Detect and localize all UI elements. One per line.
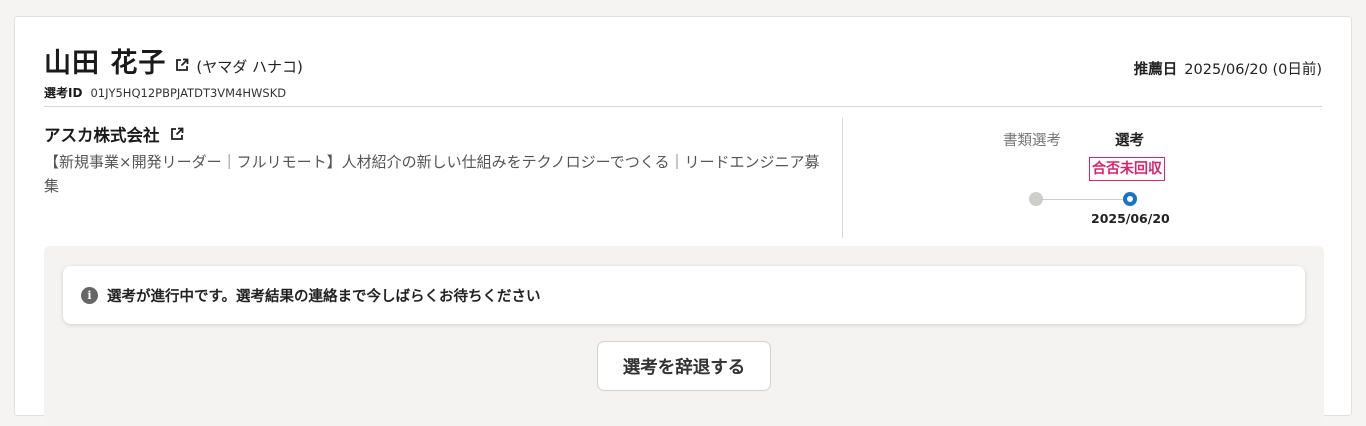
status-panel: i 選考が進行中です。選考結果の連絡まで今しばらくお待ちください 選考を辞退する bbox=[44, 246, 1324, 426]
selection-id-value: 01JY5HQ12PBPJATDT3VM4HWSKD bbox=[90, 86, 287, 100]
selection-progress: 書類選考 選考 合否未回収 2025/06/20 bbox=[843, 117, 1353, 242]
status-badge: 合否未回収 bbox=[1089, 157, 1165, 181]
company-row: アスカ株式会社 bbox=[44, 122, 834, 146]
candidate-kana: (ヤマダ ハナコ) bbox=[196, 58, 303, 76]
selection-id-label: 選考ID bbox=[44, 86, 83, 100]
notice-text: 選考が進行中です。選考結果の連絡まで今しばらくお待ちください bbox=[107, 288, 541, 305]
candidate-name: 山田 花子 bbox=[44, 48, 167, 79]
info-icon: i bbox=[81, 286, 98, 304]
candidate-name-row: 山田 花子 (ヤマダ ハナコ) bbox=[44, 41, 1322, 80]
candidate-header: 山田 花子 (ヤマダ ハナコ) 選考ID 01JY5HQ12PBPJATDT3V… bbox=[44, 41, 1322, 101]
withdraw-button[interactable]: 選考を辞退する bbox=[597, 341, 771, 391]
job-title: 【新規事業×開発リーダー｜フルリモート】人材紹介の新しい仕組みをテクノロジーでつ… bbox=[44, 153, 820, 195]
step-connector bbox=[1040, 199, 1134, 200]
recommendation-date-value: 2025/06/20 (0日前) bbox=[1184, 62, 1322, 78]
external-link-icon[interactable] bbox=[170, 127, 184, 141]
application-card: 山田 花子 (ヤマダ ハナコ) 選考ID 01JY5HQ12PBPJATDT3V… bbox=[14, 16, 1353, 426]
company-block: アスカ株式会社 【新規事業×開発リーダー｜フルリモート】人材紹介の新しい仕組みを… bbox=[44, 122, 834, 198]
recommendation-date: 推薦日 2025/06/20 (0日前) bbox=[1134, 58, 1322, 79]
step-label-document-screening: 書類選考 bbox=[1003, 133, 1061, 149]
company-name: アスカ株式会社 bbox=[44, 126, 160, 145]
step-date: 2025/06/20 bbox=[1091, 211, 1170, 226]
external-link-icon[interactable] bbox=[175, 58, 189, 72]
selection-id-row: 選考ID 01JY5HQ12PBPJATDT3VM4HWSKD bbox=[44, 84, 1322, 101]
step-dot-current bbox=[1123, 192, 1137, 206]
step-label-selection: 選考 bbox=[1115, 133, 1144, 149]
recommendation-date-label: 推薦日 bbox=[1133, 62, 1178, 78]
step-dot-done bbox=[1029, 192, 1043, 206]
progress-notice: i 選考が進行中です。選考結果の連絡まで今しばらくお待ちください bbox=[63, 266, 1305, 324]
header-divider bbox=[44, 106, 1322, 107]
